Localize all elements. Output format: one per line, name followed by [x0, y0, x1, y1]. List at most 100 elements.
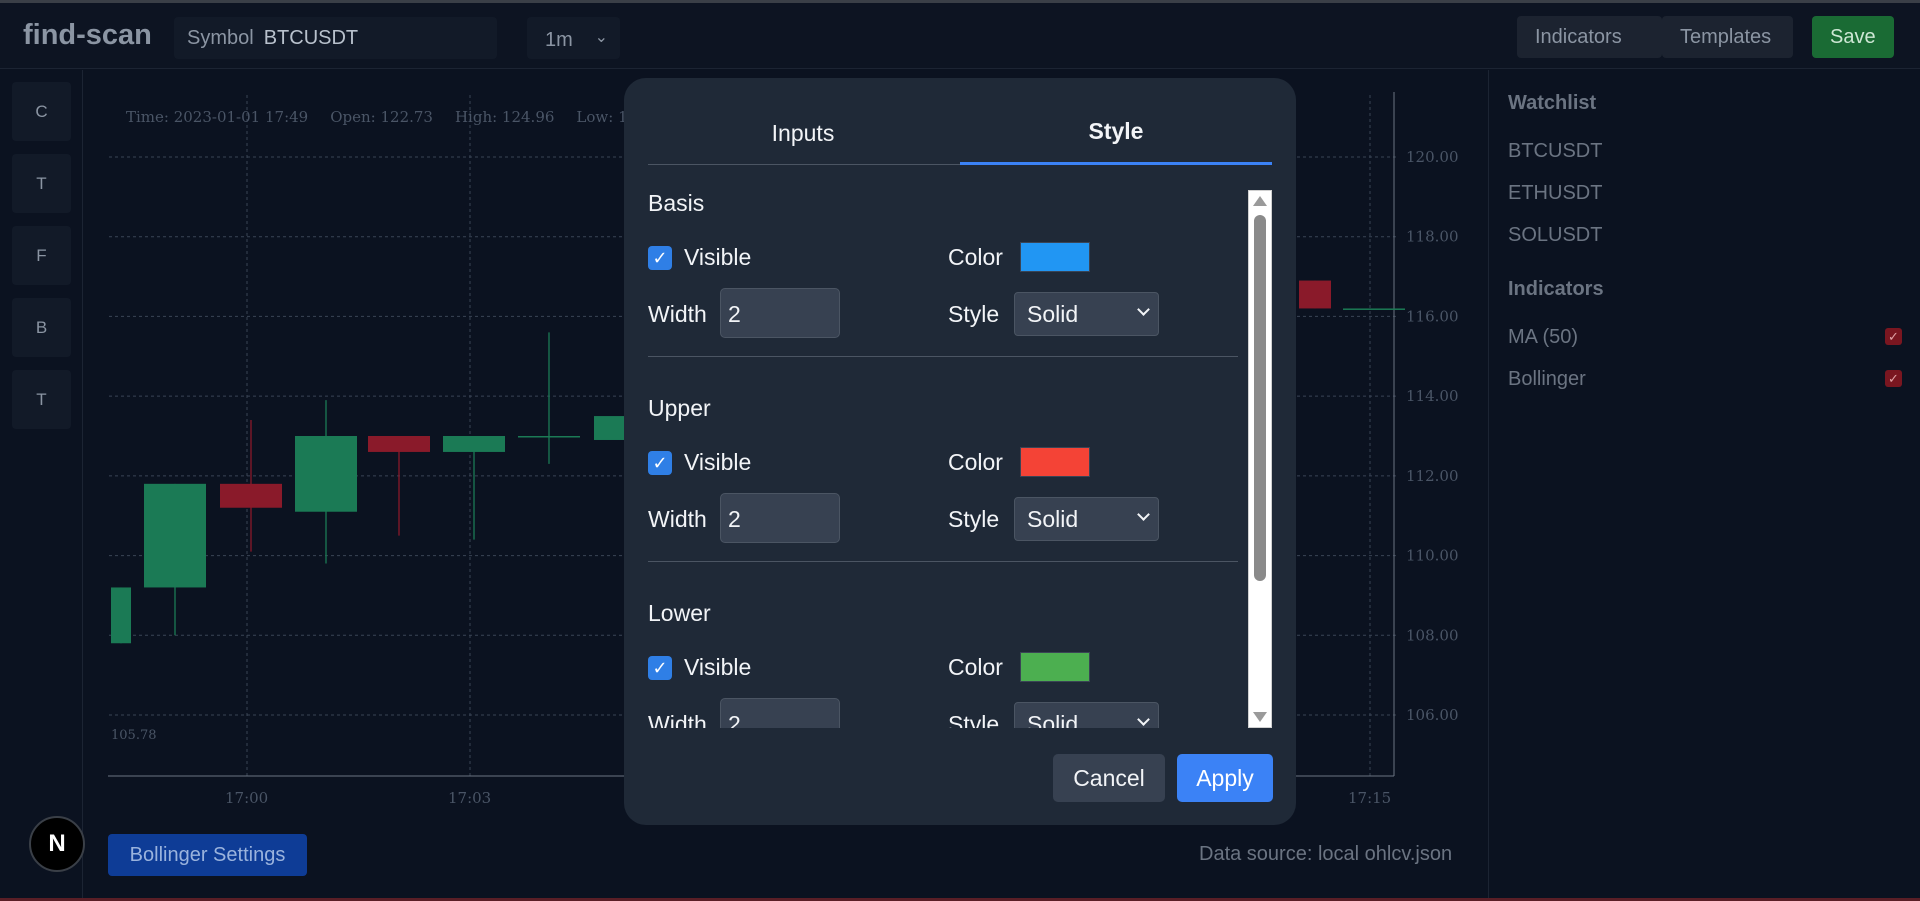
section-title: Lower [648, 600, 711, 626]
line-style-select[interactable]: Solid [1014, 292, 1159, 336]
chevron-down-icon [1137, 303, 1150, 316]
visible-label: Visible [684, 244, 752, 270]
width-label: Width [648, 711, 707, 728]
color-label: Color [948, 244, 1003, 270]
candle-body [368, 436, 430, 452]
scroll-down-arrow-icon[interactable] [1253, 712, 1267, 722]
lower-section: Lower ✓ Visible Color Width 2 Style Soli… [648, 600, 1238, 728]
color-swatch[interactable] [1020, 242, 1090, 272]
width-input[interactable]: 2 [720, 288, 840, 338]
style-settings-scroll-area[interactable]: Basis ✓ Visible Color Width 2 Style Soli… [648, 190, 1238, 728]
app-header: find-scan Symbol BTCUSDT 1m ⌄ Indicators … [0, 3, 1920, 69]
price-tick-label: 108.00 [1406, 626, 1459, 644]
candle-body [111, 587, 131, 644]
price-tick-label: 112.00 [1406, 467, 1459, 485]
watchlist-item[interactable]: SOLUSDT [1508, 224, 1602, 247]
visible-checkbox[interactable]: ✓ [648, 656, 672, 680]
scrollbar-thumb[interactable] [1254, 215, 1266, 581]
app-brand: find-scan [23, 19, 152, 51]
width-input[interactable]: 2 [720, 698, 840, 728]
visible-checkbox[interactable]: ✓ [648, 246, 672, 270]
upper-section: Upper ✓ Visible Color Width 2 Style Soli… [648, 395, 1238, 600]
line-style-select[interactable]: Solid [1014, 497, 1159, 541]
bollinger-settings-button[interactable]: Bollinger Settings [108, 834, 307, 876]
candle-body [220, 483, 282, 508]
visible-checkbox[interactable]: ✓ [648, 451, 672, 475]
visible-label: Visible [684, 654, 752, 680]
ohlc-time: Time: 2023-01-01 17:49 [126, 108, 309, 126]
price-tick-label: 110.00 [1406, 547, 1459, 565]
color-swatch[interactable] [1020, 652, 1090, 682]
ohlc-open: Open: 122.73 [330, 108, 433, 126]
chevron-down-icon [1137, 713, 1150, 726]
style-label: Style [948, 711, 1000, 728]
line-style-select[interactable]: Solid [1014, 702, 1159, 728]
price-tick-label: 120.00 [1406, 148, 1459, 166]
section-divider [648, 561, 1238, 562]
time-tick-label: 17:03 [448, 789, 491, 807]
section-divider [648, 356, 1238, 357]
watchlist-item[interactable]: BTCUSDT [1508, 140, 1602, 163]
tool-button-c[interactable]: C [12, 82, 71, 141]
section-title: Upper [648, 395, 711, 421]
templates-button[interactable]: Templates [1662, 16, 1793, 58]
tab-style[interactable]: Style [960, 118, 1272, 145]
active-tab-indicator [960, 162, 1272, 165]
dialog-scrollbar[interactable] [1248, 190, 1272, 728]
width-label: Width [648, 301, 707, 327]
save-button[interactable]: Save [1812, 16, 1894, 58]
symbol-label: Symbol [187, 27, 254, 49]
indicators-title: Indicators [1508, 278, 1604, 300]
candle-body [518, 436, 580, 438]
tool-button-t2[interactable]: T [12, 370, 71, 429]
width-label: Width [648, 506, 707, 532]
color-label: Color [948, 654, 1003, 680]
watchlist-title: Watchlist [1508, 92, 1597, 114]
timeframe-select[interactable]: 1m ⌄ [527, 17, 620, 59]
line-style-value: Solid [1027, 711, 1079, 728]
candle-body [443, 436, 505, 452]
chevron-down-icon [1137, 508, 1150, 521]
visible-label: Visible [684, 449, 752, 475]
ohlc-high: High: 124.96 [454, 108, 555, 126]
n-logo-badge[interactable]: N [29, 816, 85, 872]
drawing-toolbar: C T F B T [0, 70, 83, 901]
right-sidebar: Watchlist BTCUSDT ETHUSDT SOLUSDT Indica… [1488, 70, 1920, 901]
candle-body [144, 483, 206, 588]
line-style-value: Solid [1027, 506, 1079, 532]
tool-button-t[interactable]: T [12, 154, 71, 213]
price-tick-label: 114.00 [1406, 387, 1459, 405]
watchlist-item[interactable]: ETHUSDT [1508, 182, 1602, 205]
ohlc-readout: Time: 2023-01-01 17:49 Open: 122.73 High: … [126, 108, 659, 126]
data-source-label: Data source: local ohlcv.json [1199, 843, 1453, 865]
tool-button-b[interactable]: B [12, 298, 71, 357]
symbol-value: BTCUSDT [263, 27, 359, 49]
apply-button[interactable]: Apply [1177, 754, 1273, 802]
section-title: Basis [648, 190, 705, 216]
width-input[interactable]: 2 [720, 493, 840, 543]
candle-body [1343, 308, 1405, 310]
price-tick-label: 106.00 [1406, 706, 1459, 724]
candle-body [1299, 280, 1331, 309]
indicator-checkbox[interactable]: ✓ [1885, 370, 1902, 387]
tab-inputs[interactable]: Inputs [648, 120, 958, 147]
scroll-up-arrow-icon[interactable] [1253, 196, 1267, 206]
symbol-input[interactable]: Symbol BTCUSDT [174, 17, 497, 59]
indicators-button[interactable]: Indicators [1517, 16, 1662, 58]
indicator-checkbox[interactable]: ✓ [1885, 328, 1902, 345]
color-swatch[interactable] [1020, 447, 1090, 477]
indicator-item-label: Bollinger [1508, 368, 1586, 390]
bollinger-style-dialog: Inputs Style Basis ✓ Visible Color Width… [624, 78, 1296, 825]
tool-button-f[interactable]: F [12, 226, 71, 285]
low-price-marker: 105.78 [111, 728, 157, 743]
timeframe-value: 1m [545, 29, 573, 51]
time-tick-label: 17:15 [1348, 789, 1391, 807]
color-label: Color [948, 449, 1003, 475]
candle-body [295, 436, 357, 512]
indicator-item-label: MA (50) [1508, 326, 1579, 348]
style-label: Style [948, 506, 1000, 532]
time-tick-label: 17:00 [225, 789, 268, 807]
chevron-down-icon: ⌄ [594, 29, 608, 46]
cancel-button[interactable]: Cancel [1053, 754, 1165, 802]
basis-section: Basis ✓ Visible Color Width 2 Style Soli… [648, 190, 1238, 395]
